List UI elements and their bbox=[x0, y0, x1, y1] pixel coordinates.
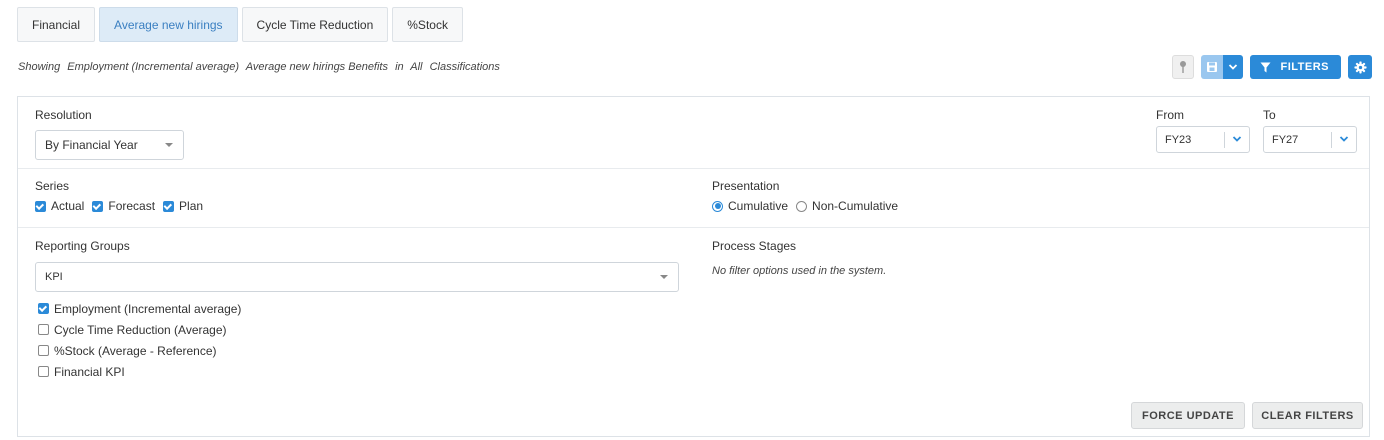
tab-stock[interactable]: %Stock bbox=[392, 7, 463, 42]
showing-measure: Employment (Incremental average) bbox=[67, 61, 240, 73]
reporting-groups-value: KPI bbox=[45, 271, 63, 283]
series-plan-option[interactable]: Plan bbox=[163, 199, 203, 213]
reporting-group-checkbox[interactable] bbox=[38, 345, 49, 356]
presentation-cumulative-option[interactable]: Cumulative bbox=[712, 199, 788, 213]
pin-icon bbox=[1180, 61, 1187, 73]
filters-label: FILTERS bbox=[1280, 61, 1329, 73]
showing-suffix: Classifications bbox=[429, 61, 500, 73]
from-label: From bbox=[1156, 108, 1184, 122]
series-plan-checkbox[interactable] bbox=[163, 200, 175, 212]
series-row: Series Actual Forecast Plan Presentation… bbox=[18, 169, 1369, 228]
chevron-down-icon bbox=[1232, 136, 1242, 142]
to-value: FY27 bbox=[1272, 133, 1299, 146]
reporting-groups-label: Reporting Groups bbox=[35, 239, 130, 253]
filters-button[interactable]: FILTERS bbox=[1250, 55, 1341, 79]
clear-filters-button[interactable]: CLEAR FILTERS bbox=[1252, 402, 1363, 429]
list-item[interactable]: Employment (Incremental average) bbox=[38, 298, 241, 319]
to-select[interactable]: FY27 bbox=[1263, 126, 1357, 153]
report-tabs: Financial Average new hirings Cycle Time… bbox=[17, 7, 463, 42]
funnel-icon bbox=[1260, 62, 1271, 72]
series-forecast-option[interactable]: Forecast bbox=[92, 199, 155, 213]
resolution-label: Resolution bbox=[35, 108, 92, 122]
presentation-non-cumulative-option[interactable]: Non-Cumulative bbox=[796, 199, 898, 213]
showing-metric: Average new hirings Benefits bbox=[245, 61, 388, 73]
pin-button[interactable] bbox=[1172, 55, 1195, 79]
showing-summary: Showing Employment (Incremental average)… bbox=[18, 61, 504, 73]
list-item[interactable]: Cycle Time Reduction (Average) bbox=[38, 319, 241, 340]
series-forecast-checkbox[interactable] bbox=[92, 200, 104, 212]
reporting-groups-select[interactable]: KPI bbox=[35, 262, 679, 292]
gear-icon bbox=[1353, 60, 1367, 74]
save-button-group bbox=[1201, 55, 1244, 79]
presentation-cumulative-radio[interactable] bbox=[712, 200, 723, 212]
reporting-group-checkbox[interactable] bbox=[38, 303, 49, 314]
reporting-groups-list: Employment (Incremental average) Cycle T… bbox=[38, 298, 241, 382]
filter-panel: Resolution By Financial Year From FY23 T… bbox=[17, 96, 1370, 437]
save-icon bbox=[1207, 62, 1218, 72]
tab-financial[interactable]: Financial bbox=[17, 7, 96, 42]
series-actual-option[interactable]: Actual bbox=[35, 199, 84, 213]
showing-scope: All bbox=[410, 61, 423, 73]
presentation-options: Cumulative Non-Cumulative bbox=[712, 199, 906, 213]
caret-down-icon bbox=[165, 143, 173, 147]
force-update-button[interactable]: FORCE UPDATE bbox=[1131, 402, 1245, 429]
series-label: Series bbox=[35, 179, 70, 193]
resolution-select[interactable]: By Financial Year bbox=[35, 130, 184, 160]
presentation-non-cumulative-radio[interactable] bbox=[796, 200, 808, 212]
showing-in: in bbox=[395, 61, 404, 73]
tab-average-new-hirings[interactable]: Average new hirings bbox=[99, 7, 238, 42]
reporting-group-checkbox[interactable] bbox=[38, 366, 49, 377]
settings-button[interactable] bbox=[1348, 55, 1372, 79]
showing-prefix: Showing bbox=[18, 61, 61, 73]
process-stages-empty-text: No filter options used in the system. bbox=[712, 265, 887, 277]
resolution-value: By Financial Year bbox=[45, 138, 138, 152]
chevron-down-icon bbox=[1339, 136, 1349, 142]
chevron-down-icon bbox=[1229, 64, 1238, 70]
save-button[interactable] bbox=[1201, 55, 1224, 79]
groups-row: Reporting Groups KPI Employment (Increme… bbox=[18, 228, 1369, 438]
list-item[interactable]: Financial KPI bbox=[38, 361, 241, 382]
presentation-label: Presentation bbox=[712, 179, 780, 193]
caret-down-icon bbox=[660, 275, 668, 279]
list-item[interactable]: %Stock (Average - Reference) bbox=[38, 340, 241, 361]
resolution-row: Resolution By Financial Year From FY23 T… bbox=[18, 97, 1369, 169]
to-label: To bbox=[1263, 108, 1276, 122]
from-select[interactable]: FY23 bbox=[1156, 126, 1250, 153]
process-stages-label: Process Stages bbox=[712, 239, 797, 253]
series-actual-checkbox[interactable] bbox=[35, 200, 46, 212]
toolbar: FILTERS bbox=[1172, 55, 1372, 79]
series-options: Actual Forecast Plan bbox=[35, 199, 211, 213]
reporting-group-checkbox[interactable] bbox=[38, 324, 49, 335]
from-value: FY23 bbox=[1165, 133, 1192, 146]
save-options-button[interactable] bbox=[1223, 55, 1244, 79]
tab-cycle-time-reduction[interactable]: Cycle Time Reduction bbox=[241, 7, 389, 42]
